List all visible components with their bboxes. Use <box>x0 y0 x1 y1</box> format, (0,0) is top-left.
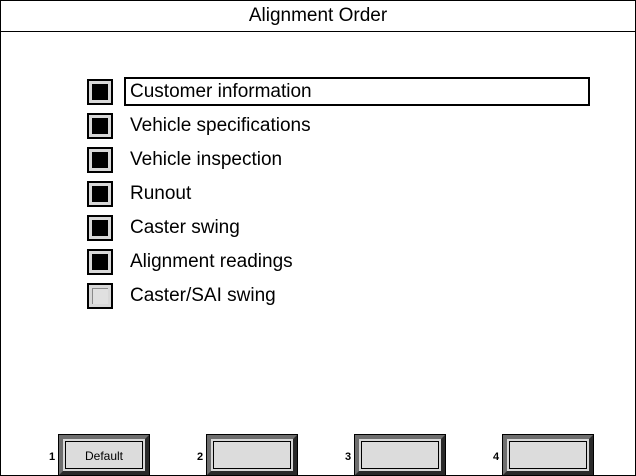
option-caster-swing[interactable]: Caster swing <box>87 211 601 245</box>
checkbox-caster-sai-swing[interactable] <box>87 283 113 309</box>
function-key-4-button[interactable] <box>502 434 594 476</box>
function-key-label <box>509 441 587 469</box>
option-caster-sai-swing[interactable]: Caster/SAI swing <box>87 279 601 313</box>
option-label: Vehicle inspection <box>130 149 283 170</box>
option-label: Caster/SAI swing <box>130 285 276 306</box>
alignment-order-screen: Alignment Order Customer information Veh… <box>0 0 636 476</box>
option-alignment-readings[interactable]: Alignment readings <box>87 245 601 279</box>
option-label: Alignment readings <box>130 251 293 272</box>
alignment-step-list: Customer information Vehicle specificati… <box>87 75 601 313</box>
checkbox-caster-swing[interactable] <box>87 215 113 241</box>
default-button[interactable]: Default <box>58 434 150 476</box>
checkbox-customer-information[interactable] <box>87 79 113 105</box>
checkbox-alignment-readings[interactable] <box>87 249 113 275</box>
function-key-number: 2 <box>197 451 204 463</box>
checkbox-vehicle-specifications[interactable] <box>87 113 113 139</box>
function-key-number: 3 <box>345 451 352 463</box>
function-key-label: Default <box>65 441 143 469</box>
function-key-number: 4 <box>493 451 500 463</box>
option-label: Runout <box>130 183 192 204</box>
option-label: Customer information <box>124 77 590 106</box>
function-key-label <box>213 441 291 469</box>
function-key-2-button[interactable] <box>206 434 298 476</box>
option-runout[interactable]: Runout <box>87 177 601 211</box>
function-key-number: 1 <box>49 451 56 463</box>
option-vehicle-specifications[interactable]: Vehicle specifications <box>87 109 601 143</box>
checkbox-vehicle-inspection[interactable] <box>87 147 113 173</box>
function-key-label <box>361 441 439 469</box>
option-vehicle-inspection[interactable]: Vehicle inspection <box>87 143 601 177</box>
checkbox-runout[interactable] <box>87 181 113 207</box>
page-title: Alignment Order <box>1 1 635 32</box>
option-customer-information[interactable]: Customer information <box>87 75 601 109</box>
option-label: Vehicle specifications <box>130 115 311 136</box>
function-key-3-button[interactable] <box>354 434 446 476</box>
option-label: Caster swing <box>130 217 240 238</box>
